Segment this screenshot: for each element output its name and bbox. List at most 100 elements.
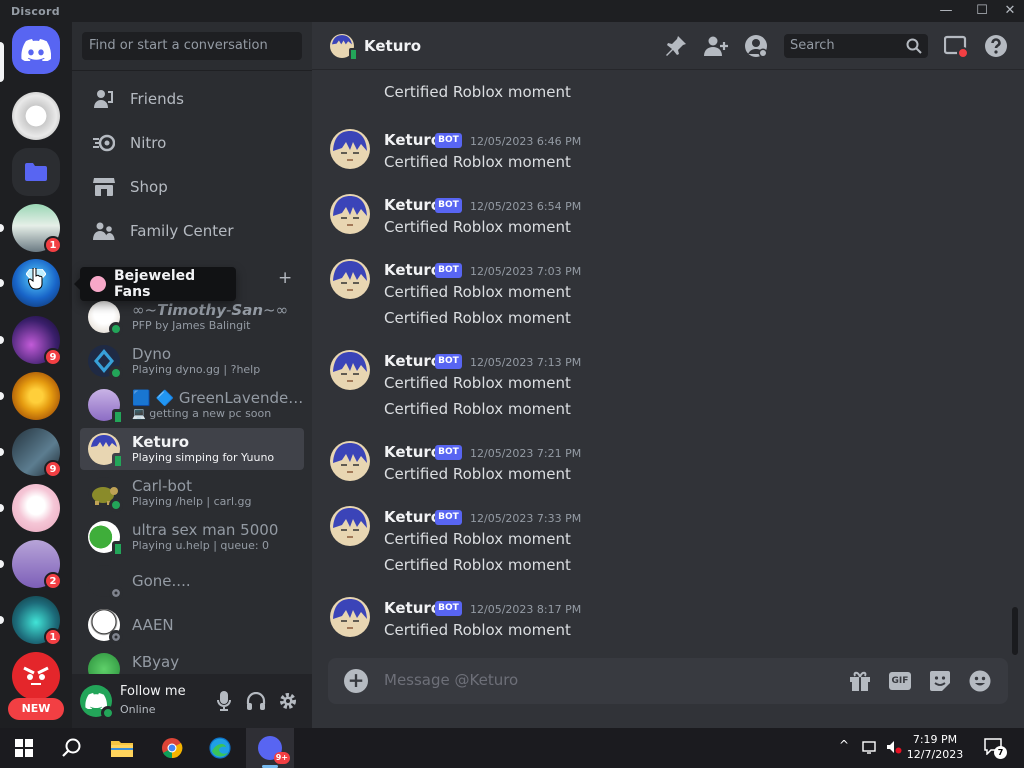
new-unreads-badge[interactable]: NEW: [8, 698, 64, 720]
find-conversation-button[interactable]: Find or start a conversation: [82, 32, 302, 60]
create-dm-button[interactable]: +: [278, 268, 292, 288]
message-author[interactable]: Keturo: [384, 261, 441, 279]
pinned-messages-icon[interactable]: [664, 34, 688, 58]
minimize-button[interactable]: —: [934, 1, 958, 21]
discord-icon: 9+: [258, 736, 290, 764]
emoji-icon[interactable]: [968, 669, 992, 693]
chat-title: Keturo: [364, 37, 422, 55]
message-timestamp: 12/05/2023 7:21 PM: [470, 447, 582, 460]
message-avatar[interactable]: [330, 597, 370, 637]
message-input[interactable]: Message @Keturo: [384, 671, 518, 689]
microphone-icon[interactable]: [212, 689, 236, 713]
bot-badge: BOT: [435, 510, 462, 525]
message-avatar[interactable]: [330, 194, 370, 234]
home-button[interactable]: [12, 26, 60, 74]
maximize-button[interactable]: ☐: [970, 1, 994, 21]
server-icon[interactable]: 1: [12, 204, 62, 254]
gift-icon[interactable]: [848, 669, 872, 693]
sticker-icon[interactable]: [928, 669, 952, 693]
dm-item[interactable]: Carl-bot Playing /help | carl.gg: [80, 472, 304, 514]
dm-status-text: PFP by James Balingit: [132, 319, 251, 332]
gif-icon[interactable]: GIF: [888, 669, 912, 693]
search-input[interactable]: Search: [784, 34, 928, 58]
system-clock[interactable]: 7:19 PM 12/7/2023: [905, 732, 965, 762]
chrome-button[interactable]: [148, 728, 196, 768]
server-icon[interactable]: 1: [12, 596, 62, 646]
dm-name: ∞~𝙏𝙞𝙢𝙤𝙩𝙝𝙮-𝙎𝙖𝙣~∞: [132, 301, 289, 319]
server-folder[interactable]: [12, 148, 60, 196]
mobile-status: [112, 541, 124, 557]
message-author[interactable]: Keturo: [384, 196, 441, 214]
avatar: [88, 345, 123, 380]
message-text: Certified Roblox moment: [384, 465, 571, 483]
selected-indicator: [0, 42, 4, 82]
nav-label: Shop: [130, 178, 168, 196]
inbox-icon[interactable]: [944, 34, 968, 58]
message-avatar[interactable]: [330, 506, 370, 546]
dm-name: AAEN: [132, 616, 174, 634]
nav-shop[interactable]: Shop: [80, 166, 304, 208]
message-avatar[interactable]: [330, 441, 370, 481]
dm-status-text: Playing dyno.gg | ?help: [132, 363, 261, 376]
discord-taskbar-button[interactable]: 9+: [246, 728, 294, 768]
mobile-status: [112, 453, 124, 469]
server-icon[interactable]: [12, 484, 60, 532]
message-text-partial: Certified Roblox moment: [384, 71, 571, 75]
dm-item[interactable]: ultra sex man 5000 Playing u.help | queue…: [80, 516, 304, 558]
network-icon[interactable]: [862, 740, 878, 757]
avatar-hair-icon: [91, 435, 117, 447]
message-author[interactable]: Keturo: [384, 599, 441, 617]
volume-muted-icon[interactable]: [886, 740, 902, 757]
message-author[interactable]: Keturo: [384, 352, 441, 370]
server-tooltip: Bejeweled Fans: [74, 267, 236, 301]
server-icon[interactable]: [12, 372, 60, 420]
message-timestamp: 12/05/2023 6:54 PM: [470, 200, 582, 213]
nav-family-center[interactable]: Family Center: [80, 210, 304, 252]
dm-item[interactable]: Dyno Playing dyno.gg | ?help: [80, 340, 304, 382]
server-icon[interactable]: [12, 92, 60, 140]
user-profile-icon[interactable]: [744, 34, 768, 58]
attach-plus-icon[interactable]: +: [344, 669, 368, 693]
chevron-up-icon[interactable]: ^: [839, 738, 849, 752]
message-text: Certified Roblox moment: [384, 400, 571, 418]
notification-center-icon[interactable]: 7: [984, 737, 1007, 759]
notification-count: 7: [994, 746, 1007, 759]
close-button[interactable]: ✕: [998, 1, 1022, 21]
online-status: [101, 706, 115, 720]
dm-item[interactable]: AAEN: [80, 604, 304, 646]
message-avatar[interactable]: [330, 350, 370, 390]
server-icon[interactable]: 9: [12, 316, 62, 366]
server-icon[interactable]: 9: [12, 428, 62, 478]
edge-button[interactable]: [196, 728, 244, 768]
mobile-status: [112, 409, 124, 425]
message-author[interactable]: Keturo: [384, 131, 441, 149]
message-avatar[interactable]: [330, 259, 370, 299]
file-explorer-button[interactable]: [98, 728, 146, 768]
dm-item[interactable]: ∞~𝙏𝙞𝙢𝙤𝙩𝙝𝙮-𝙎𝙖𝙣~∞ PFP by James Balingit: [80, 296, 304, 338]
search-icon: [62, 738, 81, 757]
dm-item[interactable]: 🟦 🔷 GreenLavender... 💻 getting a new pc s…: [80, 384, 304, 426]
message-text: Certified Roblox moment: [384, 218, 571, 236]
nav-friends[interactable]: Friends: [80, 78, 304, 120]
start-button[interactable]: [0, 728, 48, 768]
hand-cursor-icon: [28, 268, 43, 290]
scrollbar-thumb[interactable]: [1012, 607, 1018, 655]
help-icon[interactable]: [984, 34, 1008, 58]
user-avatar[interactable]: [80, 685, 115, 720]
message-author[interactable]: Keturo: [384, 508, 441, 526]
dm-item[interactable]: KByay: [80, 648, 304, 674]
nav-label: Family Center: [130, 222, 234, 240]
add-friend-to-dm-icon[interactable]: [704, 34, 728, 58]
dm-item[interactable]: Gone....: [80, 560, 304, 602]
server-icon[interactable]: [12, 652, 60, 700]
headphones-icon[interactable]: [244, 689, 268, 713]
message-composer[interactable]: + Message @Keturo GIF: [328, 658, 1008, 704]
settings-gear-icon[interactable]: [276, 689, 300, 713]
message-author[interactable]: Keturo: [384, 443, 441, 461]
search-taskbar-button[interactable]: [48, 728, 96, 768]
message-avatar[interactable]: [330, 129, 370, 169]
server-icon[interactable]: 2: [12, 540, 62, 590]
nav-nitro[interactable]: Nitro: [80, 122, 304, 164]
dm-item-selected[interactable]: Keturo Playing simping for Yuuno: [80, 428, 304, 470]
mention-badge: 2: [44, 572, 62, 590]
